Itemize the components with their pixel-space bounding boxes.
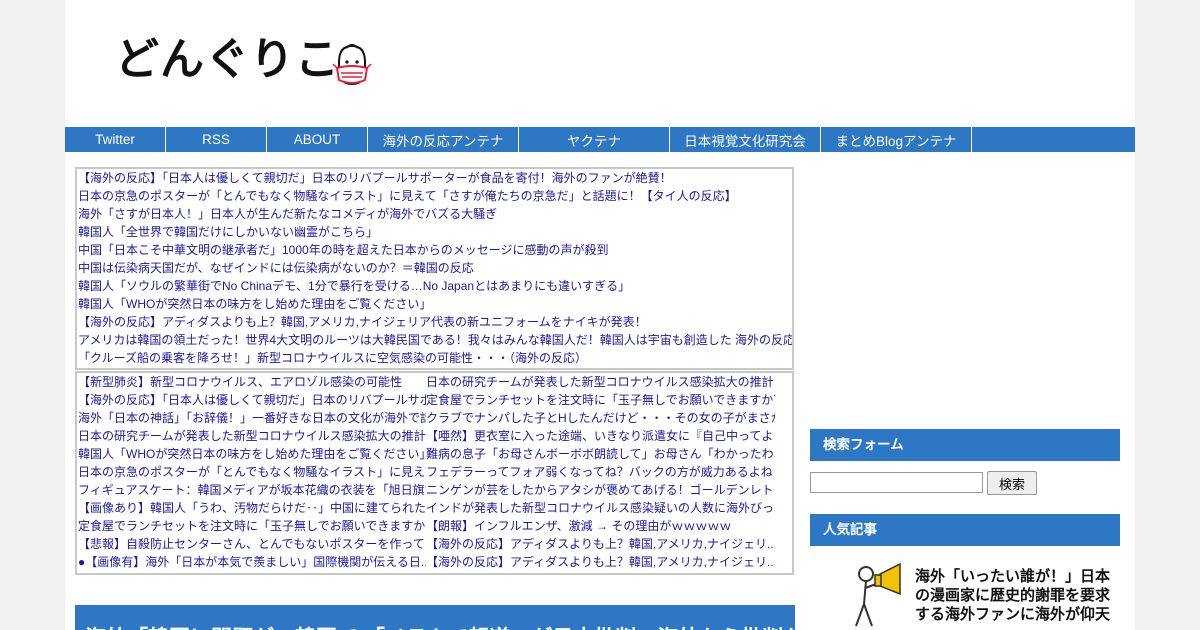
antenna-column-left: 【新型肺炎】新型コロナウイルス、エアロゾル感染の可能性 【海外の反応】「日本人は… [77,373,426,571]
antenna-link[interactable]: クラブでナンパした子とHしたんだけど・・・その女の子がまさか. [426,409,775,427]
antenna-link[interactable]: 海外「さすが日本人！」日本人が生んだ新たなコメディが海外でバズる大騒ぎ [77,205,792,223]
antenna-link[interactable]: 【海外の反応】アディダスよりも上？韓国,アメリカ,ナイジェリ... [426,553,775,571]
antenna-link[interactable]: 【朗報】インフルエンザ、激減 → その理由がｗｗｗｗｗ [426,517,775,535]
nav-item-rss[interactable]: RSS [166,127,267,152]
antenna-link[interactable]: 【画像あり】韓国人「うわ、汚物だらけだ‥」中国に建てられた武 [77,499,426,517]
antenna-link[interactable]: 日本の京急のポスターが「とんでもなく物騒なイラスト」に見えて [77,463,426,481]
nav-item-matome-antenna[interactable]: まとめBlogアンテナ [821,127,972,152]
antenna-link[interactable]: 定食屋でランチセットを注文時に「玉子無しでお願いできますか？ [426,391,775,409]
search-input[interactable] [810,472,983,493]
antenna-link[interactable]: 【海外の反応】アディダスよりも上？韓国,アメリカ,ナイジェリア代表の新ユニフォー… [77,313,792,331]
article-title[interactable]: 海外「韓国に問題が」韓国で 「メラムで報道」が日本批判…海外から批判が殺 [75,605,795,630]
global-nav: Twitter RSS ABOUT 海外の反応アンテナ ヤクテナ 日本視覚文化研… [65,127,1135,152]
antenna-link[interactable]: 日本の研究チームが発表した新型コロナウイルス感染拡大の推計に [77,427,426,445]
antenna-link[interactable]: 海外「日本の神話」「お辞儀！」一番好きな日本の文化が海外で話 [77,409,426,427]
antenna-link[interactable]: 【悲報】自殺防止センターさん、とんでもないポスターを作ってし [77,535,426,553]
antenna-link-text: 【画像有】海外「日本が本気で羨ましい」国際機関が伝える日... [85,555,426,569]
antenna-column-right: 日本の研究チームが発表した新型コロナウイルス感染拡大の推計に 定食屋でランチセッ… [426,373,775,571]
antenna-link[interactable]: インドが発表した新型コロナウイルス感染疑いの人数に海外びっく [426,499,775,517]
antenna-link[interactable]: アメリカは韓国の領土だった！世界4大文明のルーツは大韓民国である！我々はみんな韓… [77,331,792,349]
nav-item-twitter[interactable]: Twitter [65,127,166,152]
antenna-link[interactable]: 中国「日本こそ中華文明の継承者だ」1000年の時を超えた日本からのメッセージに感… [77,241,792,259]
page-container: どんぐりこ Twitter RSS ABOUT 海外の反応アンテナ ヤクテナ 日… [65,0,1135,630]
antenna-link[interactable]: 【新型肺炎】新型コロナウイルス、エアロゾル感染の可能性 [77,373,426,391]
antenna-link[interactable]: 【海外の反応】アディダスよりも上？韓国,アメリカ,ナイジェリ... [426,535,775,553]
antenna-link[interactable]: 【唖然】更衣室に入った途端、いきなり派遣女に『自己中ってよく [426,427,775,445]
antenna-link[interactable]: 中国は伝染病天国だが、なぜインドには伝染病がないのか？＝韓国の反応 [77,259,792,277]
search-button[interactable]: 検索 [987,471,1037,495]
nav-item-yakutena[interactable]: ヤクテナ [519,127,670,152]
antenna-list-secondary: 【新型肺炎】新型コロナウイルス、エアロゾル感染の可能性 【海外の反応】「日本人は… [75,371,794,575]
antenna-link[interactable]: 【海外の反応】「日本人は優しくて親切だ」日本のリバプールサポ [77,391,426,409]
antenna-link[interactable]: 日本の京急のポスターが「とんでもなく物騒なイラスト」に見えて「さすが俺たちの京急… [77,187,792,205]
mascot-icon [332,44,372,86]
antenna-link[interactable]: 韓国人「ソウルの繁華街でNo Chinaデモ、1分で暴行を受ける…No Japa… [77,277,792,295]
popular-widget-title: 人気記事 [810,514,1120,546]
nav-item-about[interactable]: ABOUT [267,127,368,152]
antenna-link[interactable]: 韓国人「WHOが突然日本の味方をし始めた理由をご覧ください」 [77,295,792,313]
antenna-link[interactable]: 韓国人「全世界で韓国だけにしかいない幽霊がこちら」 [77,223,792,241]
megaphone-person-icon[interactable] [842,560,906,630]
nav-item-kaigai-antenna[interactable]: 海外の反応アンテナ [368,127,519,152]
search-widget-title: 検索フォーム [810,429,1120,461]
site-logo[interactable]: どんぐりこ [115,28,385,98]
logo-text: どんぐりこ [115,34,340,85]
antenna-link[interactable]: 日本の研究チームが発表した新型コロナウイルス感染拡大の推計に [426,373,775,391]
popular-article-link[interactable]: 海外「いったい誰が！」日本の漫画家に歴史的謝罪を要求する海外ファンに海外が仰天 [915,567,1120,624]
nav-item-visual-culture[interactable]: 日本視覚文化研究会 [670,127,821,152]
antenna-link[interactable]: フィギュアスケート：韓国メディアが坂本花織の衣装を「旭日旗だ [77,481,426,499]
antenna-link[interactable]: ●【画像有】海外「日本が本気で羨ましい」国際機関が伝える日... [77,553,426,571]
antenna-list-primary: 【海外の反応】「日本人は優しくて親切だ」日本のリバプールサポーターが食品を寄付！… [75,167,794,370]
antenna-link[interactable]: フェデラーってフォア弱くなってね？バックの方が威力あるよね･. [426,463,775,481]
antenna-link[interactable]: ニンゲンが芸をしたからアタシが褒めてあげる！ゴールデンレトリ [426,481,775,499]
antenna-link[interactable]: 【海外の反応】「日本人は優しくて親切だ」日本のリバプールサポーターが食品を寄付！… [77,169,792,187]
antenna-link[interactable]: 難病の息子「お母さんボーボボ朗読して」お母さん「わかったわよ [426,445,775,463]
antenna-link[interactable]: 韓国人「WHOが突然日本の味方をし始めた理由をご覧ください」 [77,445,426,463]
antenna-link[interactable]: 「クルーズ船の乗客を降ろせ！」新型コロナウイルスに空気感染の可能性・・・（海外の… [77,349,792,367]
antenna-link[interactable]: 定食屋でランチセットを注文時に「玉子無しでお願いできますか？ [77,517,426,535]
